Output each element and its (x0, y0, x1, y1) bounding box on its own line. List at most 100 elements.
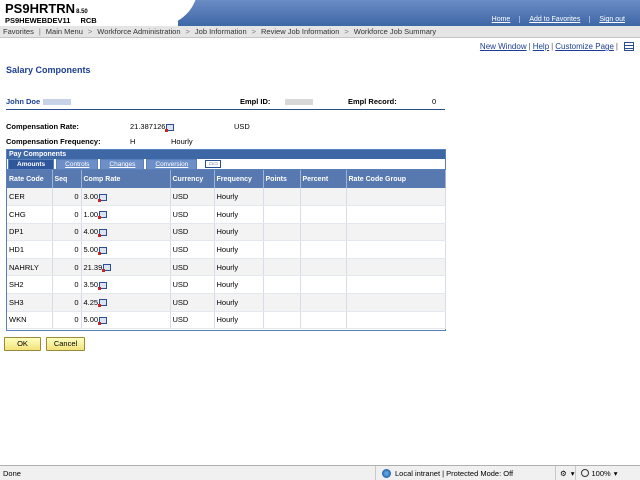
http-list-icon[interactable] (624, 42, 634, 51)
comp-rate-cell: 5.00 (81, 240, 171, 259)
col-rate-code-group: Rate Code Group (346, 170, 446, 188)
percent-cell (300, 311, 347, 330)
app-name: PS9HRTRN8.50 (5, 1, 88, 16)
table-row[interactable]: WKN 0 5.00 USD Hourly (7, 311, 446, 330)
frequency-cell: Hourly (214, 223, 264, 242)
percent-cell (300, 205, 347, 224)
cancel-button[interactable]: Cancel (46, 337, 85, 351)
menu-review-job-information[interactable]: Review Job Information (258, 27, 342, 36)
add-to-favorites-link[interactable]: Add to Favorites (519, 16, 589, 23)
currency-cell: USD (170, 223, 215, 242)
calculator-icon[interactable] (102, 264, 112, 273)
col-points: Points (263, 170, 301, 188)
table-row[interactable]: DP1 0 4.00 USD Hourly (7, 223, 446, 242)
brand-block: PS9HRTRN8.50 PS9HEWEBDEV11 RCB (0, 0, 178, 26)
comp-rate-cell: 5.00 (81, 311, 171, 330)
tab-amounts[interactable]: Amounts (8, 159, 55, 169)
ok-button[interactable]: OK (4, 337, 41, 351)
menu-workforce-administration[interactable]: Workforce Administration (94, 27, 183, 36)
table-row[interactable]: SH3 0 4.25 USD Hourly (7, 293, 446, 312)
menu-main-menu[interactable]: Main Menu (43, 27, 86, 36)
tab-conversion[interactable]: Conversion (146, 159, 198, 169)
rate-code-group-cell (346, 188, 446, 207)
col-seq: Seq (52, 170, 82, 188)
calculator-icon[interactable] (98, 281, 108, 290)
page-title: Salary Components (6, 65, 91, 75)
employee-header: John Doe Empl ID: Empl Record: 0 (6, 92, 445, 110)
seq-cell: 0 (52, 311, 82, 330)
rate-code-cell: WKN (7, 311, 53, 330)
calculator-icon[interactable] (98, 229, 108, 237)
status-text: Done (3, 468, 21, 478)
rate-code-group-cell (346, 275, 446, 295)
comp-rate-value: 21.387126 (130, 122, 175, 132)
percent-cell (300, 223, 347, 242)
table-row[interactable]: HD1 0 5.00 USD Hourly (7, 240, 446, 259)
new-window-link[interactable]: New Window (480, 42, 527, 51)
col-comp-rate: Comp Rate (81, 170, 171, 188)
table-row[interactable]: NAHRLY 0 21.39 USD Hourly (7, 258, 446, 277)
calculator-icon[interactable] (165, 123, 175, 132)
rate-code-cell: SH2 (7, 275, 53, 295)
zoom-control[interactable]: 100% ▾ (574, 466, 618, 480)
tab-changes[interactable]: Changes (100, 159, 145, 169)
tab-controls[interactable]: Controls (56, 159, 99, 169)
status-tools[interactable]: ⚙ ▾ (555, 466, 575, 480)
points-cell (263, 223, 301, 242)
col-rate-code: Rate Code (7, 170, 53, 188)
gear-icon[interactable]: ⚙ (560, 469, 567, 478)
currency-cell: USD (170, 311, 215, 330)
calculator-icon[interactable] (98, 211, 108, 220)
comp-frequency-code: H (130, 137, 136, 146)
calculator-icon[interactable] (98, 246, 108, 255)
customize-page-link[interactable]: Customize Page (555, 42, 614, 51)
frequency-cell: Hourly (214, 275, 264, 295)
table-row[interactable]: SH2 0 3.50 USD Hourly (7, 275, 446, 295)
globe-icon (382, 468, 391, 478)
rate-code-cell: DP1 (7, 223, 53, 242)
seq-cell: 0 (52, 223, 82, 242)
header-banner: Home Add to Favorites Sign out (158, 0, 640, 26)
comp-rate-cell: 3.00 (81, 188, 171, 207)
calculator-icon[interactable] (98, 193, 108, 202)
calculator-icon[interactable] (98, 316, 108, 325)
top-links: Home Add to Favorites Sign out (483, 16, 634, 23)
currency-cell: USD (170, 293, 215, 312)
table-row[interactable]: CER 0 3.00 USD Hourly (7, 188, 446, 207)
magnifier-icon (580, 469, 589, 477)
menu-favorites[interactable]: Favorites (0, 27, 37, 36)
page-links: New Window | Help | Customize Page | (480, 42, 634, 51)
points-cell (263, 275, 301, 295)
rate-code-cell: SH3 (7, 293, 53, 312)
sign-out-link[interactable]: Sign out (589, 16, 634, 23)
help-link[interactable]: Help (533, 42, 549, 51)
table-header-row: Rate Code Seq Comp Rate Currency Frequen… (7, 170, 446, 188)
home-link[interactable]: Home (483, 16, 520, 23)
server-info: PS9HEWEBDEV11 RCB (5, 16, 97, 25)
col-frequency: Frequency (214, 170, 264, 188)
frequency-cell: Hourly (214, 258, 264, 277)
calculator-icon[interactable] (98, 299, 108, 308)
menu-job-information[interactable]: Job Information (192, 27, 250, 36)
empl-record-label: Empl Record: (348, 97, 397, 106)
table-row[interactable]: CHG 0 1.00 USD Hourly (7, 205, 446, 224)
frequency-cell: Hourly (214, 240, 264, 259)
menu-workforce-job-summary[interactable]: Workforce Job Summary (351, 27, 439, 36)
seq-cell: 0 (52, 293, 82, 312)
rate-code-group-cell (346, 205, 446, 224)
empl-id-label: Empl ID: (240, 97, 271, 106)
chevron-down-icon[interactable]: ▾ (614, 469, 618, 478)
seq-cell: 0 (52, 240, 82, 259)
redacted-id (43, 99, 72, 106)
percent-cell (300, 188, 347, 207)
status-bar: Done Local intranet | Protected Mode: Of… (0, 465, 640, 480)
comp-frequency-label: Compensation Frequency: (6, 137, 101, 146)
show-all-columns-icon[interactable]: ▭▭ (205, 160, 222, 168)
server-name: PS9HEWEBDEV11 (5, 16, 71, 25)
currency-cell: USD (170, 258, 215, 277)
rate-code-cell: HD1 (7, 240, 53, 259)
seq-cell: 0 (52, 188, 82, 207)
breadcrumb: Favorites | Main Menu > Workforce Admini… (0, 26, 640, 38)
percent-cell (300, 240, 347, 259)
currency-cell: USD (170, 188, 215, 207)
